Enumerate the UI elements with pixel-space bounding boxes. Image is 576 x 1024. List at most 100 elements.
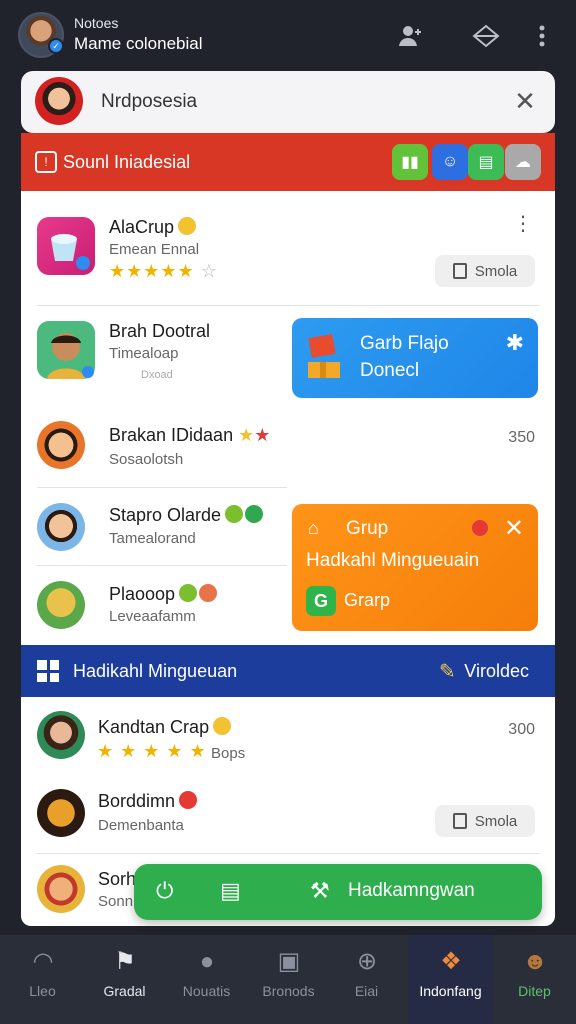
chat-icon: ● xyxy=(199,948,215,975)
notification-dot-icon xyxy=(472,520,488,536)
pin-icon[interactable]: ✱ xyxy=(506,330,524,356)
avatar xyxy=(37,581,85,629)
avatar xyxy=(37,321,95,379)
search-avatar xyxy=(35,77,83,125)
top-bar: ✓ Notoes Mame colonebial xyxy=(0,0,576,70)
promo-card-blue[interactable]: Garb Flajo Donecl ✱ xyxy=(292,318,538,398)
nav-item-eiai[interactable]: ⊕ Eiai xyxy=(324,935,409,1024)
red-section-title: Sounl Iniadesial xyxy=(63,152,191,172)
nav-label: Gradal xyxy=(103,983,146,999)
list-item[interactable]: Brakan IDidaan ★★ Sosaolotsh 350 xyxy=(21,413,555,489)
face-icon: ☻ xyxy=(522,948,548,975)
gift-box-icon xyxy=(308,334,340,378)
grid-icon xyxy=(37,660,59,682)
divider xyxy=(37,853,539,854)
item-title: AlaCrup xyxy=(109,217,197,238)
add-user-icon[interactable] xyxy=(396,22,424,50)
promo-subtitle: Donecl xyxy=(360,360,420,381)
smola-button[interactable]: Smola xyxy=(435,805,535,837)
avatar xyxy=(37,421,85,469)
nav-item-ditep[interactable]: ☻ Ditep xyxy=(492,935,576,1024)
g-logo-icon: G xyxy=(306,586,336,616)
nav-label: Indonfang xyxy=(419,983,482,999)
item-subtitle: Sosaolotsh xyxy=(109,451,184,468)
item-subtitle-faint: Dxoad xyxy=(141,369,173,381)
download-icon: ⊕ xyxy=(356,948,378,975)
item-count: 350 xyxy=(508,429,535,446)
nav-label: Eiai xyxy=(354,983,379,999)
blue-section-action[interactable]: Viroldec xyxy=(464,661,529,682)
red-section-header: ! Sounl Iniadesial ▮▮ ☺ ▤ ☁ xyxy=(21,133,555,191)
header-title: Mame colonebial xyxy=(74,34,203,53)
diamond-icon[interactable] xyxy=(472,22,500,50)
search-card[interactable]: Nrdposesia ✕ xyxy=(21,71,555,133)
search-text[interactable]: Nrdposesia xyxy=(101,91,197,113)
divider xyxy=(37,305,539,306)
avatar xyxy=(37,865,85,913)
blue-section-header: Hadikahl Mingueuan ✎ Viroldec xyxy=(21,645,555,697)
item-title: Borddimn xyxy=(98,791,198,812)
item-subtitle: Leveaafamm xyxy=(109,608,196,625)
nav-item-bronods[interactable]: ▣ Bronods xyxy=(246,935,331,1024)
nav-item-nouatis[interactable]: ● Nouatis xyxy=(164,935,249,1024)
promo-action[interactable]: Grarp xyxy=(344,590,390,611)
app-cloud-icon[interactable]: ☁ xyxy=(505,144,541,180)
alert-icon: ! xyxy=(35,151,57,173)
nav-item-gradal[interactable]: ⚑ Gradal xyxy=(82,935,167,1024)
list-item[interactable]: Borddimn Demenbanta Smola xyxy=(21,783,555,855)
close-icon[interactable]: ✕ xyxy=(511,87,539,115)
avatar xyxy=(37,503,85,551)
app-blue-icon[interactable]: ☺ xyxy=(432,144,468,180)
divider xyxy=(37,487,287,488)
power-icon[interactable]: ⏻ xyxy=(156,878,173,904)
flag-icon: ⚑ xyxy=(114,948,136,975)
more-vertical-icon[interactable] xyxy=(528,22,556,50)
promo-card-orange[interactable]: ⌂ Grup ✕ Hadkahl Mingueuain G Grarp xyxy=(292,504,538,631)
item-subtitle: Sonn xyxy=(98,893,134,910)
item-count: 300 xyxy=(508,721,535,738)
item-title: Sorh xyxy=(98,869,137,889)
more-icon[interactable]: ⋮ xyxy=(513,214,533,234)
item-title: Kandtan Crap xyxy=(98,717,232,738)
item-subtitle: Tamealorand xyxy=(109,530,196,547)
nav-label: Nouatis xyxy=(182,983,231,999)
item-title: Stapro Olarde xyxy=(109,505,264,526)
item-title: Brah Dootral xyxy=(109,321,211,341)
smola-button[interactable]: Smola xyxy=(435,255,535,287)
book-icon: ▣ xyxy=(277,948,301,975)
nav-item-indonfang[interactable]: ❖ Indonfang xyxy=(408,935,493,1024)
star-rating: ★★★★★ ☆ xyxy=(109,261,218,281)
blue-section-title: Hadikahl Mingueuan xyxy=(73,661,238,681)
nav-item-lleo[interactable]: ◠ Lleo xyxy=(0,935,85,1024)
action-bar: ⏻ ▤ ⚒ Hadkamngwan xyxy=(134,864,542,920)
action-bar-label[interactable]: Hadkamngwan xyxy=(348,880,475,902)
headphones-icon: ◠ xyxy=(32,948,54,975)
item-title: Plaooop xyxy=(109,584,218,605)
star-rating: ★ ★ ★ ★ ★ xyxy=(97,741,207,761)
app-message-icon[interactable]: ▤ xyxy=(468,144,504,180)
item-subtitle: Bops xyxy=(211,745,246,762)
close-icon[interactable]: ✕ xyxy=(504,514,524,543)
main-panel: ! Sounl Iniadesial ▮▮ ☺ ▤ ☁ AlaCrup Emea… xyxy=(21,133,555,926)
app-icon xyxy=(37,217,95,275)
nav-label: Lleo xyxy=(29,983,56,999)
item-title: Brakan IDidaan ★★ xyxy=(109,425,271,445)
item-subtitle: Emean Ennal xyxy=(109,241,200,258)
promo-body: Hadkahl Mingueuain xyxy=(306,550,480,571)
list-item[interactable]: Kandtan Crap ★ ★ ★ ★ ★ Bops 300 xyxy=(21,705,555,775)
verified-badge-icon: ✓ xyxy=(48,38,64,54)
document-icon[interactable]: ▤ xyxy=(220,878,241,904)
avatar xyxy=(37,711,85,759)
list-item[interactable]: AlaCrup Emean Ennal ★★★★★ ☆ ⋮ Smola xyxy=(21,203,555,308)
divider xyxy=(37,565,287,566)
bottom-nav: ◠ Lleo ⚑ Gradal ● Nouatis ▣ Bronods ⊕ Ei… xyxy=(0,935,576,1024)
hammer-icon[interactable]: ⚒ xyxy=(310,878,330,904)
avatar xyxy=(37,789,85,837)
promo-title: Garb Flajo xyxy=(360,333,449,354)
nav-label: Bronods xyxy=(262,983,315,999)
item-subtitle: Timealoap xyxy=(109,345,179,362)
pencil-icon: ✎ xyxy=(439,661,456,683)
nav-label: Ditep xyxy=(518,983,551,999)
home-icon: ⌂ xyxy=(308,518,319,538)
app-green-icon[interactable]: ▮▮ xyxy=(392,144,428,180)
